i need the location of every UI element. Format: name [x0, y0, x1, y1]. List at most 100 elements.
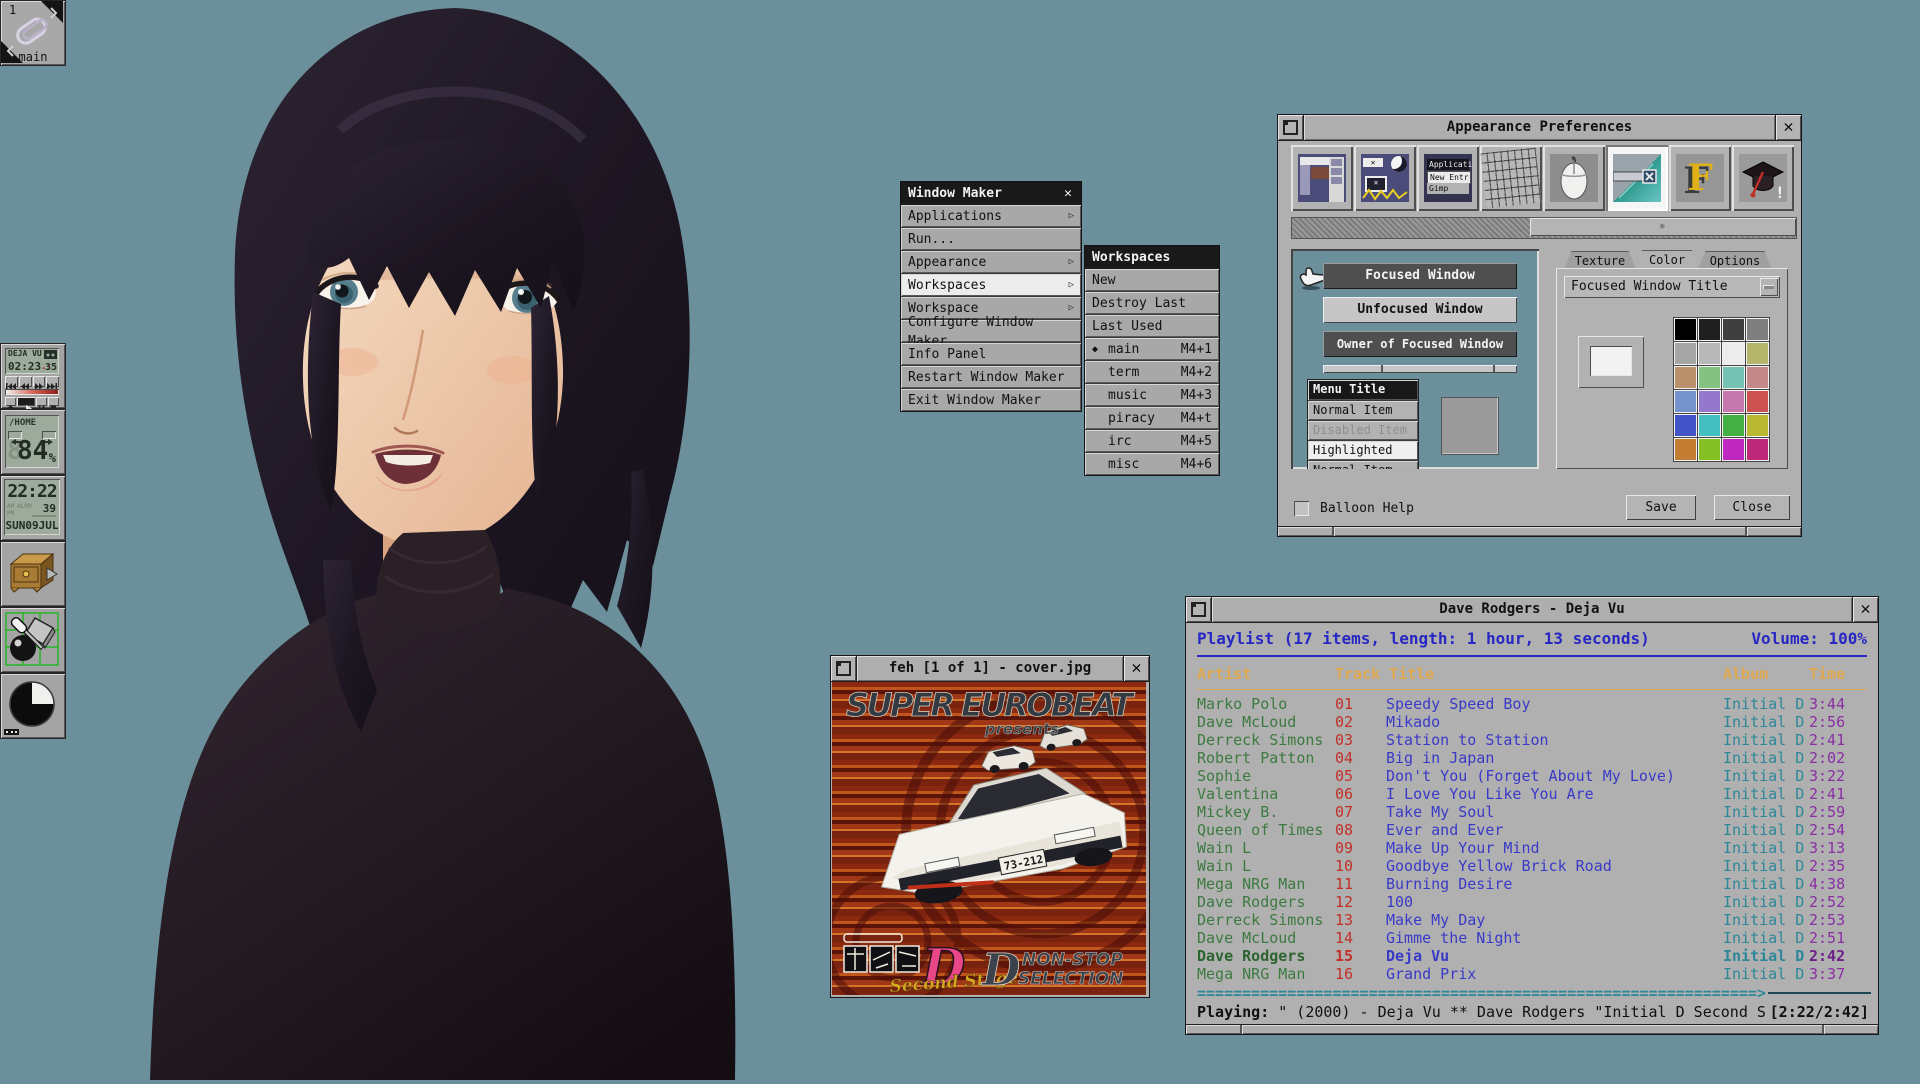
- palette-swatch-11[interactable]: [1746, 366, 1769, 389]
- playlist-miniaturize-button[interactable]: [1186, 597, 1212, 622]
- preview-focused-window-button[interactable]: Focused Window: [1323, 263, 1517, 289]
- menu-item-configure-window-maker[interactable]: Configure Window Maker: [901, 320, 1081, 343]
- appearance-resizebar[interactable]: [1278, 526, 1801, 536]
- track-row-14[interactable]: Dave McLoud14Gimme the NightInitial D2:5…: [1187, 929, 1877, 947]
- preview-unfocused-window-button[interactable]: Unfocused Window: [1323, 297, 1517, 323]
- prefs-icon-scrollbar-knob[interactable]: [1530, 218, 1796, 236]
- root-menu-titlebar[interactable]: Window Maker ✕: [901, 182, 1081, 205]
- menu-item-run[interactable]: Run...: [901, 228, 1081, 251]
- palette-swatch-13[interactable]: [1698, 390, 1721, 413]
- prefs-tab-keyboard[interactable]: [1480, 145, 1542, 211]
- track-row-09[interactable]: Wain L09Make Up Your MindInitial D3:13: [1187, 839, 1877, 857]
- track-row-05[interactable]: Sophie05Don't You (Forget About My Love)…: [1187, 767, 1877, 785]
- preview-resizebar[interactable]: [1323, 365, 1517, 373]
- music-eject-button[interactable]: [5, 397, 16, 406]
- prefs-icon-scrollbar[interactable]: [1291, 217, 1797, 239]
- prefs-tab-expert[interactable]: !: [1732, 145, 1794, 211]
- appearance-close-button[interactable]: ✕: [1775, 115, 1801, 140]
- prefs-tab-mouse[interactable]: [1543, 145, 1605, 211]
- preview-menu-highlighted-highlighted[interactable]: Highlighted: [1308, 441, 1418, 461]
- palette-swatch-16[interactable]: [1674, 414, 1697, 437]
- track-row-12[interactable]: Dave Rodgers12100Initial D2:52: [1187, 893, 1877, 911]
- playlist-titlebar[interactable]: Dave Rodgers - Deja Vu ✕: [1186, 597, 1878, 623]
- palette-swatch-12[interactable]: [1674, 390, 1697, 413]
- palette-swatch-14[interactable]: [1722, 390, 1745, 413]
- palette-swatch-20[interactable]: [1674, 438, 1697, 461]
- menu-item-restart-window-maker[interactable]: Restart Window Maker: [901, 366, 1081, 389]
- palette-swatch-6[interactable]: [1722, 342, 1745, 365]
- palette-swatch-22[interactable]: [1722, 438, 1745, 461]
- palette-swatch-18[interactable]: [1722, 414, 1745, 437]
- palette-swatch-9[interactable]: [1698, 366, 1721, 389]
- menu-item-exit-window-maker[interactable]: Exit Window Maker: [901, 389, 1081, 411]
- menu-item-destroy-last[interactable]: Destroy Last: [1085, 292, 1219, 315]
- music-play-button[interactable]: [17, 397, 35, 406]
- close-button[interactable]: Close: [1714, 495, 1790, 520]
- track-row-02[interactable]: Dave McLoud02MikadoInitial D2:56: [1187, 713, 1877, 731]
- track-row-04[interactable]: Robert Patton04Big in JapanInitial D2:02: [1187, 749, 1877, 767]
- appearance-miniaturize-button[interactable]: [1278, 115, 1304, 140]
- workspace-item-term[interactable]: termM4+2: [1085, 361, 1219, 384]
- feh-miniaturize-button[interactable]: [831, 656, 857, 681]
- palette-swatch-7[interactable]: [1746, 342, 1769, 365]
- prefs-tab-menu-prefs[interactable]: Applicati New Entr Gimp: [1417, 145, 1479, 211]
- menu-item-applications[interactable]: Applications▷: [901, 205, 1081, 228]
- track-row-13[interactable]: Derreck Simons13Make My DayInitial D2:53: [1187, 911, 1877, 929]
- preview-owner-window-button[interactable]: Owner of Focused Window: [1323, 331, 1517, 357]
- palette-swatch-10[interactable]: [1722, 366, 1745, 389]
- palette-swatch-5[interactable]: [1698, 342, 1721, 365]
- prefs-tab-appearance[interactable]: [1606, 145, 1668, 211]
- menu-item-info-panel[interactable]: Info Panel: [901, 343, 1081, 366]
- root-menu-close-icon[interactable]: ✕: [1062, 186, 1074, 201]
- palette-swatch-19[interactable]: [1746, 414, 1769, 437]
- palette-swatch-17[interactable]: [1698, 414, 1721, 437]
- menu-item-appearance[interactable]: Appearance▷: [901, 251, 1081, 274]
- preview-menu-normal-item-normal[interactable]: Normal Item: [1308, 461, 1418, 469]
- feh-titlebar[interactable]: feh [1 of 1] - cover.jpg ✕: [831, 656, 1149, 682]
- workspace-item-main[interactable]: ◆mainM4+1: [1085, 338, 1219, 361]
- music-progress-bar[interactable]: [5, 389, 59, 395]
- track-row-03[interactable]: Derreck Simons03Station to StationInitia…: [1187, 731, 1877, 749]
- prefs-tab-fonts[interactable]: F: [1669, 145, 1731, 211]
- preview-menu-normal-item-normal[interactable]: Normal Item: [1308, 401, 1418, 421]
- feh-close-button[interactable]: ✕: [1123, 656, 1149, 681]
- music-pause-button[interactable]: [36, 397, 47, 406]
- palette-swatch-2[interactable]: [1722, 318, 1745, 341]
- menu-item-new[interactable]: New: [1085, 269, 1219, 292]
- tab-color[interactable]: Color: [1636, 250, 1698, 270]
- prefs-tab-window-focus[interactable]: ✕ ✕: [1354, 145, 1416, 211]
- workspace-item-music[interactable]: musicM4+3: [1085, 384, 1219, 407]
- track-row-15[interactable]: Dave Rodgers15Deja VuInitial D2:42: [1187, 947, 1877, 965]
- prefs-tab-window-prefs[interactable]: [1291, 145, 1353, 211]
- track-row-01[interactable]: Marko Polo01Speedy Speed BoyInitial D3:4…: [1187, 695, 1877, 713]
- balloon-help-checkbox[interactable]: [1294, 501, 1309, 516]
- workspace-item-piracy[interactable]: piracyM4+t: [1085, 407, 1219, 430]
- workspace-item-irc[interactable]: ircM4+5: [1085, 430, 1219, 453]
- playlist-resizebar[interactable]: [1186, 1024, 1878, 1034]
- column-header-time[interactable]: Time: [1809, 665, 1845, 683]
- palette-swatch-21[interactable]: [1698, 438, 1721, 461]
- appearance-titlebar[interactable]: Appearance Preferences ✕: [1278, 115, 1801, 141]
- palette-swatch-3[interactable]: [1746, 318, 1769, 341]
- palette-swatch-8[interactable]: [1674, 366, 1697, 389]
- palette-swatch-1[interactable]: [1698, 318, 1721, 341]
- color-well[interactable]: [1578, 336, 1644, 388]
- menu-item-last-used[interactable]: Last Used: [1085, 315, 1219, 338]
- palette-swatch-15[interactable]: [1746, 390, 1769, 413]
- menu-item-workspaces[interactable]: Workspaces▷: [901, 274, 1081, 297]
- column-header-album[interactable]: Album: [1723, 665, 1768, 683]
- music-rewind-button[interactable]: [19, 376, 32, 387]
- palette-swatch-0[interactable]: [1674, 318, 1697, 341]
- track-row-08[interactable]: Queen of Times08Ever and EverInitial D2:…: [1187, 821, 1877, 839]
- preview-menu-disabled-item-disabled[interactable]: Disabled Item: [1308, 421, 1418, 441]
- track-row-11[interactable]: Mega NRG Man11Burning DesireInitial D4:3…: [1187, 875, 1877, 893]
- track-row-16[interactable]: Mega NRG Man16Grand PrixInitial D3:37: [1187, 965, 1877, 983]
- palette-swatch-23[interactable]: [1746, 438, 1769, 461]
- preview-icon-swatch[interactable]: [1441, 397, 1499, 455]
- track-row-07[interactable]: Mickey B.07Take My SoulInitial D2:59: [1187, 803, 1877, 821]
- playlist-close-button[interactable]: ✕: [1852, 597, 1878, 622]
- save-button[interactable]: Save: [1626, 495, 1696, 520]
- preview-menu-menu-title-title[interactable]: Menu Title: [1308, 380, 1418, 401]
- palette-swatch-4[interactable]: [1674, 342, 1697, 365]
- column-header-artist[interactable]: Artist: [1197, 665, 1251, 683]
